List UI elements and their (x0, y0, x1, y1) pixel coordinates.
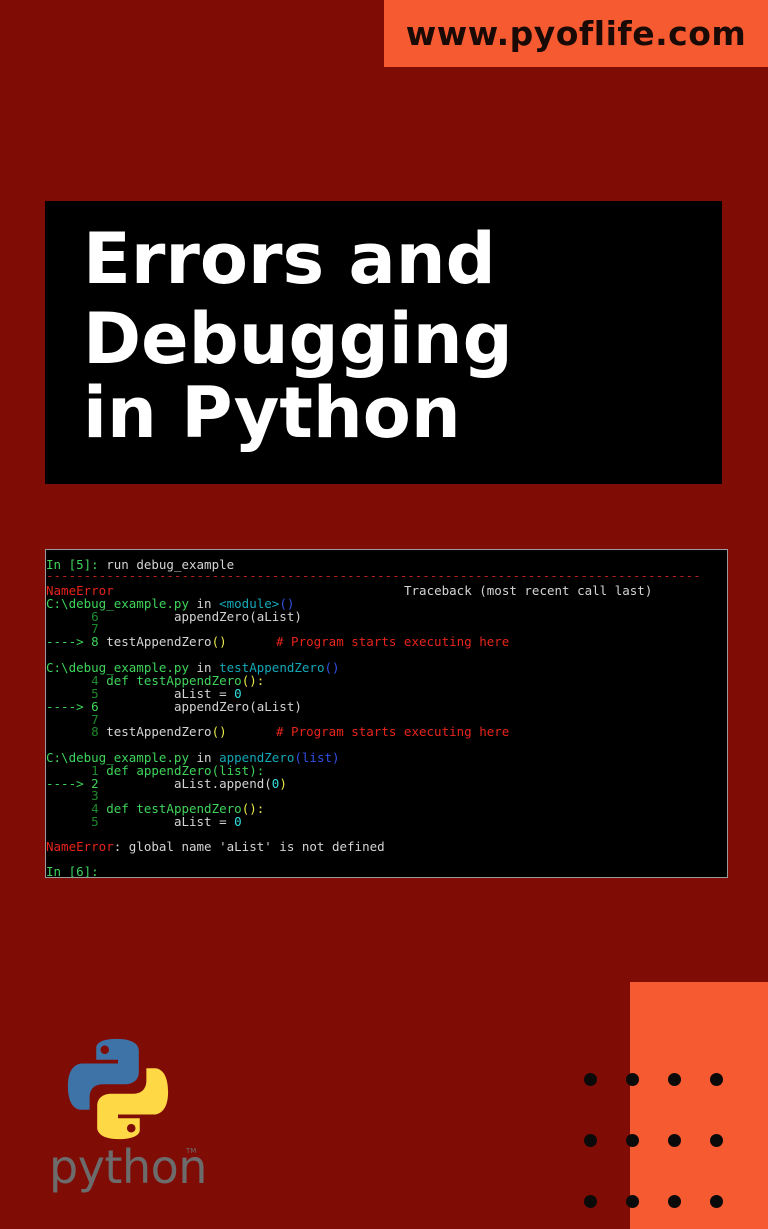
dot (710, 1195, 723, 1208)
trademark-symbol: TM (186, 1147, 197, 1155)
dot (584, 1073, 597, 1086)
title-box: Errors and Debugging in Python (45, 201, 722, 484)
decorative-orange-block (630, 982, 768, 1229)
site-url-banner[interactable]: www.pyoflife.com (384, 0, 768, 67)
dot (668, 1195, 681, 1208)
dot (626, 1134, 639, 1147)
dot (710, 1073, 723, 1086)
frame1-comment: # Program starts executing here (276, 634, 510, 649)
dot (626, 1195, 639, 1208)
title-line-1: Errors and (83, 218, 496, 300)
title-line-3: in Python (83, 372, 461, 454)
site-url[interactable]: www.pyoflife.com (406, 14, 747, 53)
python-wordmark: python (49, 1140, 207, 1194)
dot (584, 1195, 597, 1208)
frame3-line5: 5 aList = 0 (46, 814, 242, 829)
traceback-header: Traceback (most recent call last) (404, 583, 653, 598)
terminal-prompt-next[interactable]: In [6]: (46, 865, 99, 877)
dot (584, 1134, 597, 1147)
dot (668, 1134, 681, 1147)
dot (626, 1073, 639, 1086)
title-line-2: Debugging (83, 298, 513, 380)
dot (710, 1134, 723, 1147)
frame2-comment: # Program starts executing here (276, 724, 510, 739)
dot (668, 1073, 681, 1086)
final-error-line: NameError: global name 'aList' is not de… (46, 839, 385, 854)
ipython-terminal-screenshot: In [5]: run debug_example --------------… (45, 549, 728, 878)
frame2-line8: 8 testAppendZero() (46, 724, 227, 739)
terminal-separator: ----------------------------------------… (46, 568, 701, 583)
frame1-line8: ----> 8 testAppendZero() (46, 634, 227, 649)
python-logo-icon (67, 1038, 169, 1140)
